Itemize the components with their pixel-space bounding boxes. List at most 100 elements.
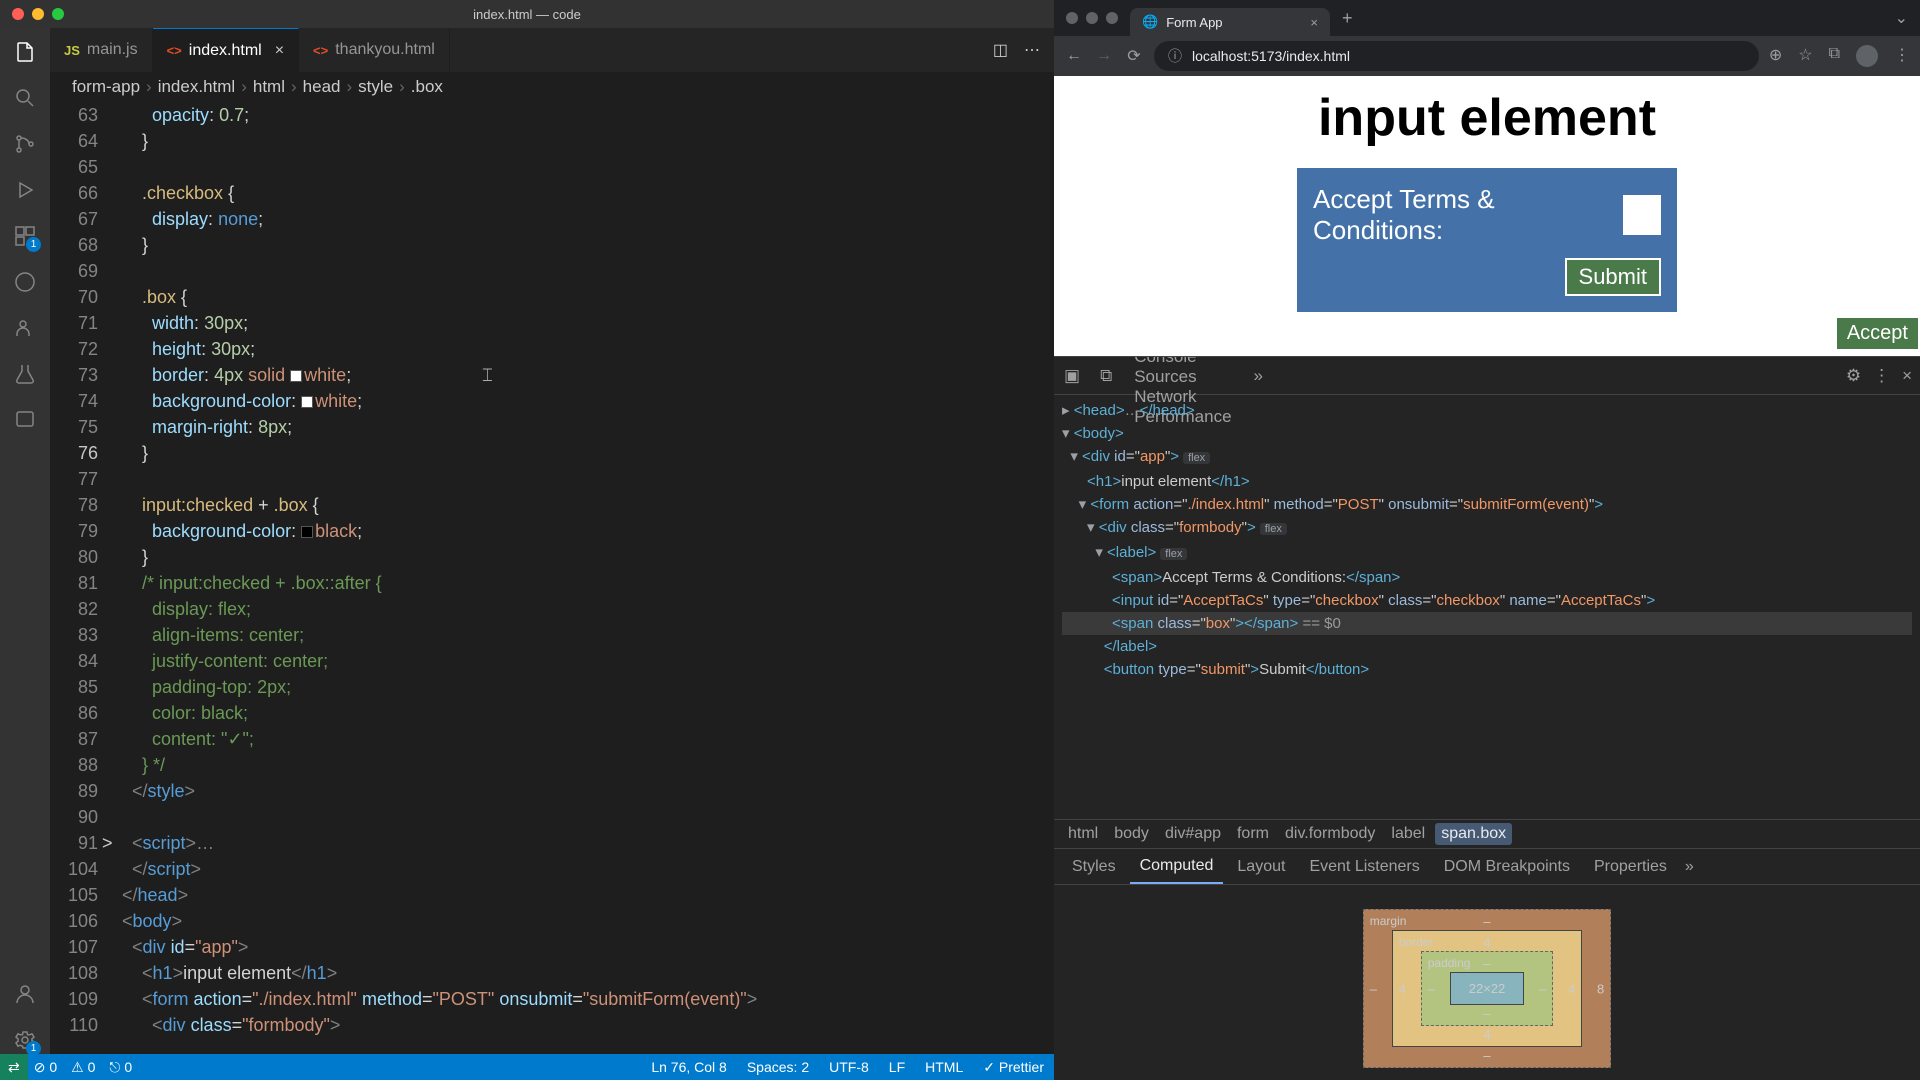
back-button[interactable]: ← bbox=[1064, 47, 1084, 65]
status-encoding[interactable]: UTF-8 bbox=[829, 1059, 869, 1075]
breadcrumb-item[interactable]: style bbox=[358, 77, 393, 97]
dom-crumb[interactable]: form bbox=[1231, 823, 1275, 845]
breadcrumb-item[interactable]: form-app bbox=[72, 77, 140, 97]
more-subtabs-icon[interactable]: » bbox=[1685, 858, 1694, 876]
search-icon[interactable] bbox=[11, 84, 39, 112]
browser-tab[interactable]: 🌐 Form App × bbox=[1130, 8, 1330, 36]
address-bar[interactable]: ⓘ localhost:5173/index.html bbox=[1154, 41, 1759, 71]
code-line[interactable]: background-color: black; bbox=[122, 518, 1054, 544]
disclosure-triangle-icon[interactable]: ▾ bbox=[1079, 496, 1087, 513]
code-line[interactable]: <form action="./index.html" method="POST… bbox=[122, 986, 1054, 1012]
disclosure-triangle-icon[interactable]: ▸ bbox=[1062, 402, 1070, 419]
editor-tab[interactable]: JSmain.js bbox=[50, 28, 153, 72]
code-line[interactable]: </style> bbox=[122, 778, 1054, 804]
dom-node[interactable]: ▾ <form action="./index.html" method="PO… bbox=[1062, 493, 1912, 516]
dom-node[interactable]: ▸ <head>…</head> bbox=[1062, 399, 1912, 422]
accept-button[interactable]: Accept bbox=[1835, 316, 1920, 351]
code-line[interactable]: } bbox=[122, 128, 1054, 154]
code-line[interactable]: padding-top: 2px; bbox=[122, 674, 1054, 700]
code-line[interactable]: <div id="app"> bbox=[122, 934, 1054, 960]
devtools-menu-icon[interactable]: ⋮ bbox=[1873, 366, 1890, 386]
status-warnings[interactable]: ⚠ 0 bbox=[71, 1059, 95, 1076]
close-window-icon[interactable] bbox=[1066, 12, 1078, 24]
disclosure-triangle-icon[interactable]: ▾ bbox=[1095, 544, 1103, 561]
devtools-subtab[interactable]: Styles bbox=[1062, 849, 1126, 884]
breadcrumb-item[interactable]: head bbox=[303, 77, 341, 97]
dom-tree[interactable]: ▸ <head>…</head>▾ <body> ▾ <div id="app"… bbox=[1054, 395, 1920, 819]
inspect-icon[interactable]: ▣ bbox=[1054, 366, 1090, 386]
dom-node[interactable]: <input id="AcceptTaCs" type="checkbox" c… bbox=[1062, 589, 1912, 612]
new-tab-button[interactable]: + bbox=[1330, 8, 1365, 29]
devtools-subtab[interactable]: Event Listeners bbox=[1299, 849, 1429, 884]
code-line[interactable]: height: 30px; bbox=[122, 336, 1054, 362]
code-line[interactable] bbox=[122, 258, 1054, 284]
status-lncol[interactable]: Ln 76, Col 8 bbox=[651, 1059, 727, 1075]
code-line[interactable]: /* input:checked + .box::after { bbox=[122, 570, 1054, 596]
code-line[interactable]: border: 4px solid white;⌶ bbox=[122, 362, 1054, 388]
dom-crumb[interactable]: html bbox=[1062, 823, 1104, 845]
code-line[interactable]: } bbox=[122, 544, 1054, 570]
source-control-icon[interactable] bbox=[11, 130, 39, 158]
disclosure-triangle-icon[interactable] bbox=[1104, 615, 1108, 632]
disclosure-triangle-icon[interactable] bbox=[1095, 661, 1099, 678]
device-toggle-icon[interactable]: ⧉ bbox=[1090, 366, 1122, 386]
code-line[interactable]: <body> bbox=[122, 908, 1054, 934]
editor-tab[interactable]: <>index.html× bbox=[153, 28, 299, 72]
dom-node[interactable]: ▾ <label>flex bbox=[1062, 541, 1912, 566]
devtools-subtab[interactable]: Computed bbox=[1130, 849, 1224, 884]
profile-avatar[interactable] bbox=[1856, 45, 1878, 67]
code-line[interactable] bbox=[122, 466, 1054, 492]
chevron-down-icon[interactable]: ⌄ bbox=[1895, 8, 1920, 28]
zoom-icon[interactable]: ⊕ bbox=[1769, 45, 1782, 67]
disclosure-triangle-icon[interactable] bbox=[1095, 638, 1099, 655]
minimize-window-icon[interactable] bbox=[1086, 12, 1098, 24]
devtools-settings-icon[interactable]: ⚙ bbox=[1846, 366, 1861, 386]
submit-button[interactable]: Submit bbox=[1565, 258, 1661, 296]
disclosure-triangle-icon[interactable] bbox=[1104, 592, 1108, 609]
more-actions-icon[interactable]: ⋯ bbox=[1024, 40, 1040, 60]
bookmark-star-icon[interactable]: ☆ bbox=[1798, 45, 1812, 67]
code-line[interactable]: background-color: white; bbox=[122, 388, 1054, 414]
code-line[interactable]: <div class="formbody"> bbox=[122, 1012, 1054, 1038]
remote-indicator[interactable]: ⇄ bbox=[0, 1054, 28, 1080]
code-line[interactable]: </head> bbox=[122, 882, 1054, 908]
settings-gear-icon[interactable]: 1 bbox=[11, 1026, 39, 1054]
fold-icon[interactable]: > bbox=[102, 830, 113, 856]
extensions-puzzle-icon[interactable]: ⧉ bbox=[1829, 45, 1840, 67]
extensions-icon[interactable]: 1 bbox=[11, 222, 39, 250]
disclosure-triangle-icon[interactable]: ▾ bbox=[1062, 425, 1070, 442]
code-line[interactable]: } bbox=[122, 440, 1054, 466]
devtools-subtab[interactable]: Properties bbox=[1584, 849, 1677, 884]
dom-crumb[interactable]: label bbox=[1385, 823, 1431, 845]
dom-crumb[interactable]: div.formbody bbox=[1279, 823, 1381, 845]
dom-node[interactable]: ▾ <div class="formbody">flex bbox=[1062, 516, 1912, 541]
remote-icon[interactable] bbox=[11, 268, 39, 296]
dom-node[interactable]: ▾ <body> bbox=[1062, 422, 1912, 445]
account-icon[interactable] bbox=[11, 980, 39, 1008]
disclosure-triangle-icon[interactable] bbox=[1104, 569, 1108, 586]
editor-tab[interactable]: <>thankyou.html bbox=[299, 28, 450, 72]
devtools-tab[interactable]: Sources bbox=[1122, 367, 1243, 387]
dom-node[interactable]: </label> bbox=[1062, 635, 1912, 658]
code-line[interactable]: opacity: 0.7; bbox=[122, 102, 1054, 128]
menu-dots-icon[interactable]: ⋮ bbox=[1894, 45, 1910, 67]
code-line[interactable]: justify-content: center; bbox=[122, 648, 1054, 674]
disclosure-triangle-icon[interactable]: ▾ bbox=[1070, 448, 1078, 465]
zoom-window-icon[interactable] bbox=[1106, 12, 1118, 24]
breadcrumb[interactable]: form-app›index.html›html›head›style›.box bbox=[50, 72, 1054, 102]
devtools-close-icon[interactable]: × bbox=[1902, 366, 1912, 386]
close-tab-icon[interactable]: × bbox=[1310, 15, 1318, 30]
code-line[interactable]: margin-right: 8px; bbox=[122, 414, 1054, 440]
minimize-window-icon[interactable] bbox=[32, 8, 44, 20]
devtools-subtab[interactable]: DOM Breakpoints bbox=[1434, 849, 1580, 884]
code-line[interactable]: display: none; bbox=[122, 206, 1054, 232]
code-line[interactable]: input:checked + .box { bbox=[122, 492, 1054, 518]
live-share-icon[interactable] bbox=[11, 314, 39, 342]
dom-node[interactable]: <span class="box"></span> == $0 bbox=[1062, 612, 1912, 635]
dom-crumb[interactable]: span.box bbox=[1435, 823, 1512, 845]
forward-button[interactable]: → bbox=[1094, 47, 1114, 65]
testing-icon[interactable] bbox=[11, 360, 39, 388]
code-line[interactable]: display: flex; bbox=[122, 596, 1054, 622]
status-errors[interactable]: ⊘ 0 bbox=[34, 1059, 57, 1076]
reload-button[interactable]: ⟳ bbox=[1124, 46, 1144, 66]
